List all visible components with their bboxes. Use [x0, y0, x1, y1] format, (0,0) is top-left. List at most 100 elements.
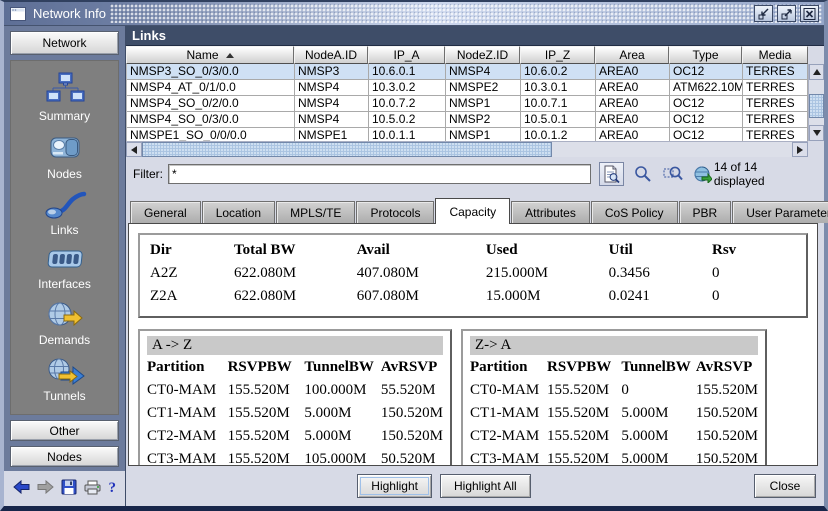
- highlight-all-button[interactable]: Highlight All: [440, 474, 531, 498]
- window-title: Network Info: [33, 6, 106, 21]
- column-header-media[interactable]: Media: [742, 46, 808, 64]
- save-button[interactable]: [61, 479, 77, 498]
- document-search-icon: [603, 165, 620, 183]
- tab-bar: General Location MPLS/TE Protocols Capac…: [126, 190, 824, 223]
- links-table-header: Name NodeA.ID IP_A NodeZ.ID IP_Z Area Ty…: [126, 46, 808, 64]
- tab-pbr[interactable]: PBR: [679, 201, 732, 223]
- globe-go-button[interactable]: [692, 163, 714, 185]
- network-info-window: Network Info: [0, 0, 828, 511]
- titlebar-texture: [110, 4, 822, 23]
- sort-ascending-icon: [226, 53, 234, 58]
- minimize-button[interactable]: [754, 5, 773, 22]
- close-button[interactable]: [800, 5, 819, 22]
- summary-icon: [43, 72, 87, 106]
- tab-location[interactable]: Location: [202, 201, 275, 223]
- sidebar-item-label: Tunnels: [43, 389, 85, 403]
- tab-attributes[interactable]: Attributes: [511, 201, 590, 223]
- zoom-search-button[interactable]: [632, 163, 654, 185]
- column-header-area[interactable]: Area: [595, 46, 669, 64]
- find-in-list-button[interactable]: [599, 162, 624, 186]
- capacity-summary-table: DirTotal BW AvailUsed UtilRsv A2Z622.080…: [138, 233, 808, 318]
- table-row[interactable]: NMSP3_SO_0/3/0.0NMSP3 10.6.0.1NMSP4 10.6…: [127, 64, 808, 80]
- links-table: Name NodeA.ID IP_A NodeZ.ID IP_Z Area Ty…: [126, 46, 824, 157]
- back-button[interactable]: [13, 480, 30, 497]
- main-panel: Links Name NodeA.ID IP_A NodeZ.ID IP_Z A…: [126, 26, 824, 506]
- close-dialog-button[interactable]: Close: [754, 474, 816, 498]
- links-table-rows: NMSP3_SO_0/3/0.0NMSP3 10.6.0.1NMSP4 10.6…: [126, 64, 808, 141]
- help-button[interactable]: ?: [109, 480, 117, 497]
- tab-user-parameters[interactable]: User Parameters: [732, 201, 828, 223]
- horizontal-scrollbar[interactable]: [126, 141, 808, 157]
- links-panel-title: Links: [126, 26, 824, 46]
- column-header-name[interactable]: Name: [126, 46, 294, 64]
- filter-input[interactable]: [168, 164, 591, 184]
- vertical-scrollbar[interactable]: [808, 64, 824, 141]
- tab-mpls-te[interactable]: MPLS/TE: [276, 201, 355, 223]
- horizontal-scroll-thumb[interactable]: [142, 142, 552, 157]
- z2a-header-row: PartitionRSVPBW TunnelBWAvRSVP: [470, 356, 758, 379]
- maximize-icon: [780, 8, 793, 20]
- nodes-bottom-button[interactable]: Nodes: [10, 446, 119, 467]
- capacity-tab-content: DirTotal BW AvailUsed UtilRsv A2Z622.080…: [128, 223, 818, 466]
- sidebar-item-label: Demands: [39, 333, 90, 347]
- a2z-row: CT3-MAM155.520M 105.000M50.520M: [147, 448, 443, 466]
- print-button[interactable]: [84, 480, 101, 498]
- z2a-row: CT2-MAM155.520M 5.000M150.520M: [470, 425, 758, 448]
- sidebar-item-demands[interactable]: Demands: [39, 300, 90, 347]
- tab-protocols[interactable]: Protocols: [356, 201, 434, 223]
- sidebar-item-links[interactable]: Links: [43, 190, 87, 237]
- title-bar[interactable]: Network Info: [4, 2, 824, 26]
- filter-status: 14 of 14 displayed: [714, 160, 811, 188]
- column-header-ip-z[interactable]: IP_Z: [520, 46, 595, 64]
- scroll-up-button[interactable]: [809, 64, 824, 80]
- scroll-right-button[interactable]: [792, 142, 808, 157]
- column-header-ip-a[interactable]: IP_A: [368, 46, 445, 64]
- print-icon: [84, 480, 101, 495]
- sidebar-item-interfaces[interactable]: Interfaces: [38, 246, 91, 291]
- network-button[interactable]: Network: [10, 31, 119, 55]
- magnifier-region-icon: [663, 165, 683, 182]
- scroll-down-button[interactable]: [809, 125, 824, 141]
- tab-cos-policy[interactable]: CoS Policy: [591, 201, 678, 223]
- scrollbar-corner: [808, 141, 824, 157]
- column-header-nodea-id[interactable]: NodeA.ID: [294, 46, 368, 64]
- maximize-button[interactable]: [777, 5, 796, 22]
- z2a-row: CT3-MAM155.520M 5.000M150.520M: [470, 448, 758, 466]
- a2z-panel-title: A -> Z: [147, 336, 443, 355]
- other-button[interactable]: Other: [10, 420, 119, 441]
- minimize-icon: [757, 8, 770, 20]
- a2z-row: CT2-MAM155.520M 5.000M150.520M: [147, 425, 443, 448]
- z2a-row: CT1-MAM155.520M 5.000M150.520M: [470, 402, 758, 425]
- tab-capacity[interactable]: Capacity: [435, 198, 510, 224]
- summary-header-row: DirTotal BW AvailUsed UtilRsv: [150, 239, 796, 262]
- sidebar-main: Network: [4, 26, 125, 471]
- sidebar-item-label: Links: [50, 223, 78, 237]
- table-row[interactable]: NMSP4_AT_0/1/0.0NMSP4 10.3.0.2NMSPE2 10.…: [127, 80, 808, 96]
- demands-icon: [42, 300, 86, 330]
- sidebar-item-summary[interactable]: Summary: [39, 72, 90, 123]
- zoom-region-button[interactable]: [662, 163, 684, 185]
- tab-general[interactable]: General: [130, 201, 201, 223]
- sidebar: Network: [4, 26, 126, 506]
- vertical-scroll-track[interactable]: [809, 80, 824, 125]
- save-icon: [61, 479, 77, 495]
- highlight-button[interactable]: Highlight: [357, 474, 432, 498]
- z2a-panel-title: Z-> A: [470, 336, 758, 355]
- table-row[interactable]: NMSP4_SO_0/3/0.0NMSP4 10.5.0.2NMSP2 10.5…: [127, 112, 808, 128]
- table-row[interactable]: NMSPE1_SO_0/0/0.0NMSPE1 10.0.1.1NMSP1 10…: [127, 128, 808, 141]
- column-header-type[interactable]: Type: [669, 46, 742, 64]
- scroll-left-button[interactable]: [126, 142, 142, 157]
- links-title-text: Links: [132, 28, 166, 43]
- forward-button[interactable]: [37, 480, 54, 497]
- interfaces-icon: [42, 246, 86, 274]
- table-row[interactable]: NMSP4_SO_0/2/0.0NMSP4 10.0.7.2NMSP1 10.0…: [127, 96, 808, 112]
- scrollbar-corner: [808, 46, 824, 64]
- column-header-nodez-id[interactable]: NodeZ.ID: [445, 46, 520, 64]
- sidebar-item-tunnels[interactable]: Tunnels: [43, 356, 87, 403]
- horizontal-scroll-track[interactable]: [142, 142, 792, 157]
- footer-bar: Highlight Highlight All Close: [126, 466, 824, 506]
- sidebar-item-nodes[interactable]: Nodes: [43, 132, 87, 181]
- triangle-left-icon: [131, 146, 137, 154]
- vertical-scroll-thumb[interactable]: [809, 94, 824, 118]
- sidebar-nav-panel: Summary Nodes: [10, 60, 119, 415]
